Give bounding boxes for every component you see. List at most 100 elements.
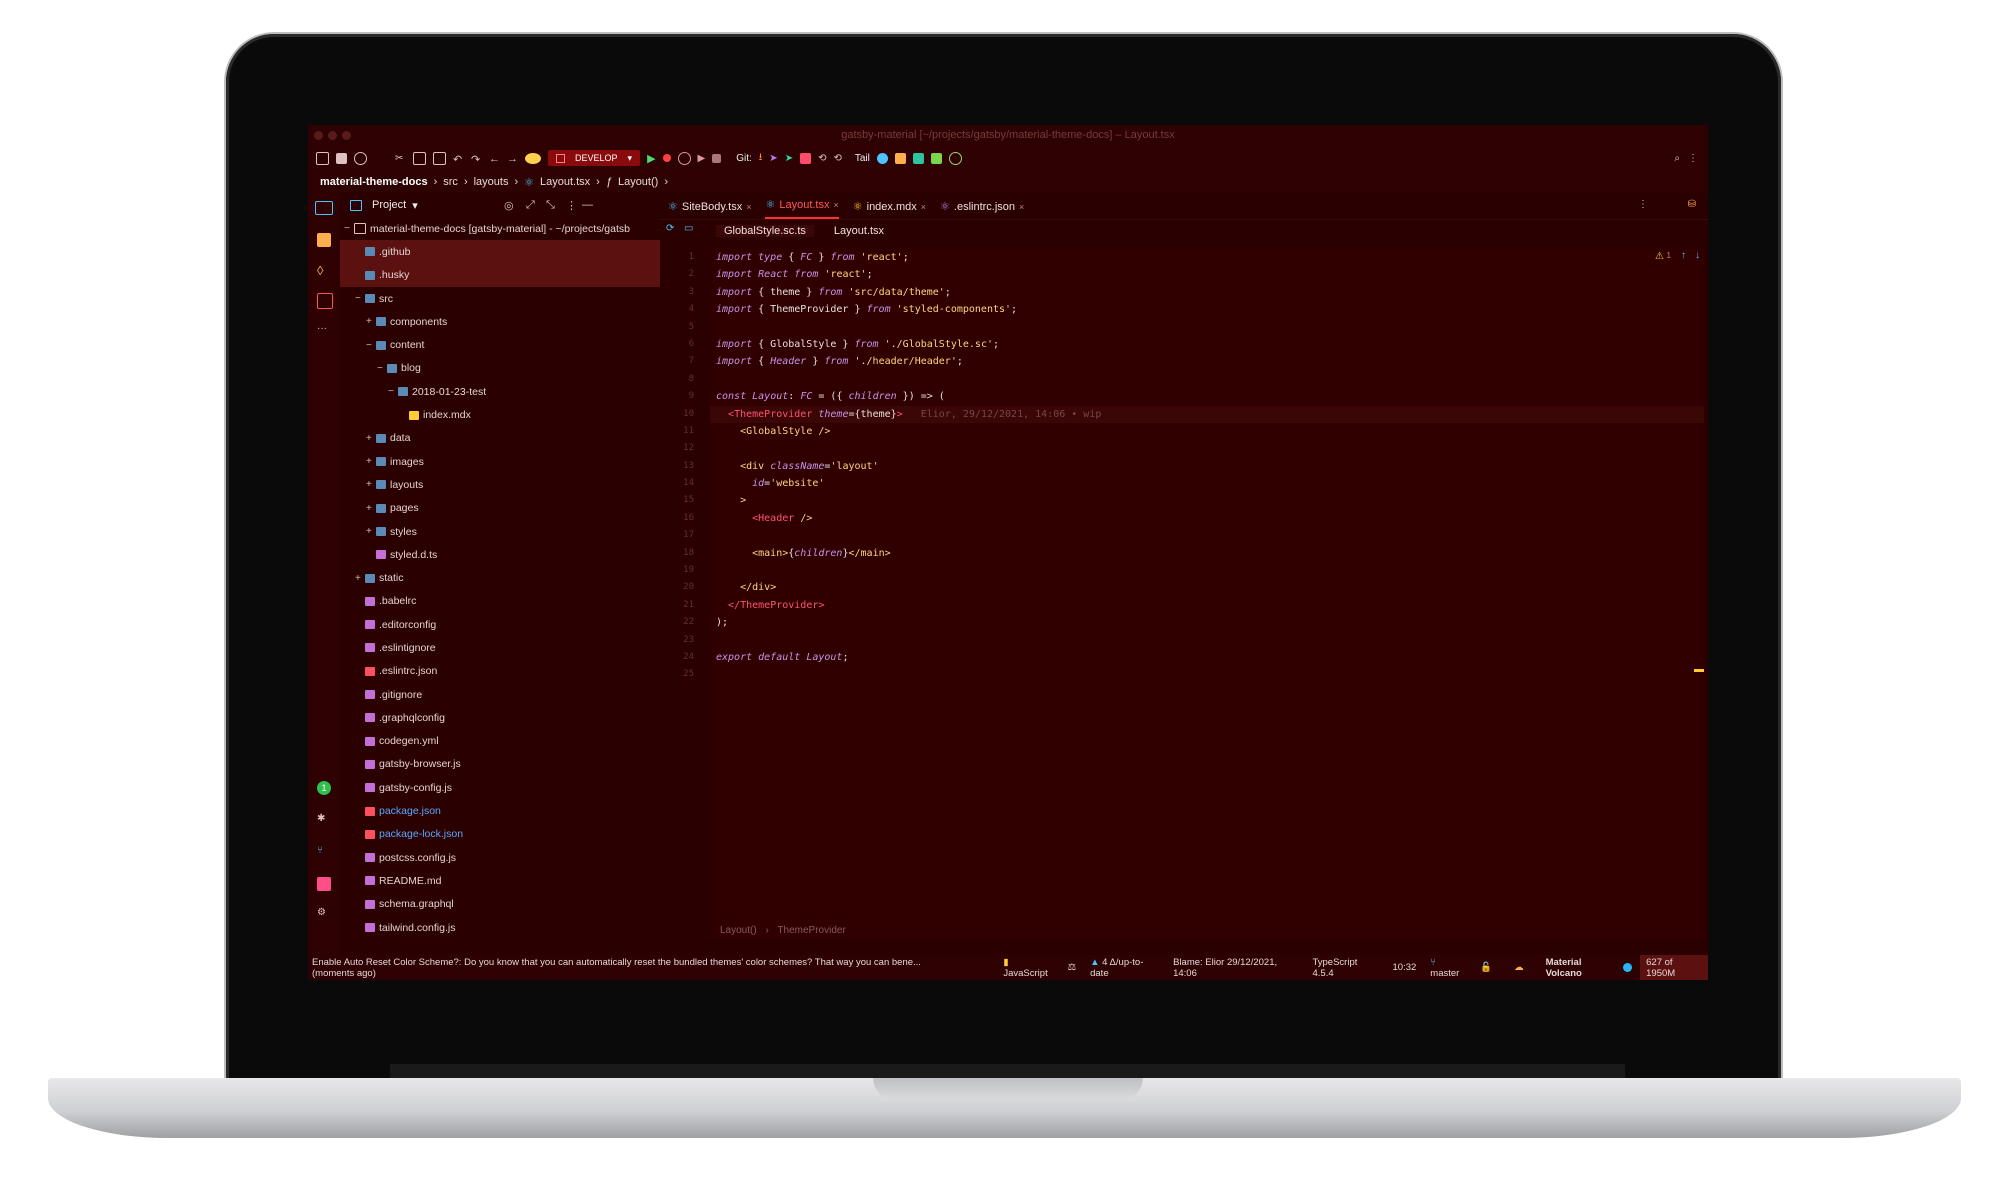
tree-item[interactable]: − content [340,333,660,356]
tree-item[interactable]: .github [340,240,660,264]
expand-icon[interactable]: + [366,503,376,514]
project-tool-icon[interactable] [315,201,333,215]
expand-icon[interactable]: + [366,433,376,444]
close-window-button[interactable] [314,131,323,140]
tree-item[interactable]: + pages [340,497,660,520]
typescript-status[interactable]: TypeScript 4.5.4 [1313,957,1379,979]
line-number[interactable]: 22 [660,614,710,631]
vcs-status[interactable]: ▲ 4 Δ/up-to-date [1090,957,1159,979]
git-update-icon[interactable]: ⭳ [759,150,763,167]
cut-icon[interactable]: ✂ [395,153,406,164]
line-number[interactable]: 18 [660,545,710,562]
close-icon[interactable]: × [833,193,838,217]
tree-item[interactable]: README.md [340,869,660,892]
tree-root[interactable]: − material-theme-docs [gatsby-material] … [340,217,660,240]
tree-item[interactable]: .eslintrc.json [340,660,660,683]
collapse-icon[interactable]: − [344,223,354,234]
line-number[interactable]: 24 [660,649,710,666]
tree-item[interactable]: + data [340,427,660,450]
run-icon[interactable]: ▶ [647,152,655,165]
redo-icon[interactable]: ↷ [471,153,482,166]
collapse-all-icon[interactable]: ⤡ [546,199,555,212]
tree-item[interactable]: codegen.yml [340,730,660,753]
line-number[interactable]: 2 [660,266,710,283]
crumb-themeprovider[interactable]: ThemeProvider [777,925,845,936]
expand-icon[interactable]: + [366,316,376,327]
line-number[interactable]: 14 [660,475,710,492]
collapse-icon[interactable]: − [388,386,398,397]
bug-icon[interactable]: ✱ [317,813,331,827]
scrollbar-marker[interactable] [1694,669,1704,672]
tree-item[interactable]: − 2018-01-23-test [340,380,660,403]
line-number[interactable]: 9 [660,388,710,405]
tree-item[interactable]: package.json [340,799,660,822]
tree-item[interactable]: .babelrc [340,590,660,613]
line-number[interactable]: 21 [660,597,710,614]
tree-item[interactable]: index.mdx [340,403,660,426]
branch-status[interactable]: ⑂ master [1430,957,1466,979]
git-branch-icon[interactable]: ⑂ [317,845,331,859]
line-number[interactable]: 4 [660,301,710,318]
stop-icon[interactable] [712,153,722,163]
line-number[interactable]: 15 [660,492,710,509]
lock-icon[interactable]: 🔓 [1480,962,1492,973]
save-icon[interactable] [336,152,347,164]
line-number[interactable]: 5 [660,319,710,336]
tree-item[interactable]: .eslintignore [340,636,660,659]
tree-item[interactable]: schema.graphql [340,893,660,916]
run-config-select[interactable]: DEVELOP ▾ [548,150,641,166]
close-icon[interactable]: × [746,195,751,219]
folder-icon[interactable]: ▭ [684,223,693,234]
arrow-up-icon[interactable]: ↑ [1681,250,1686,261]
more-tools-icon[interactable]: ··· [317,323,331,337]
debug-icon[interactable] [662,154,671,162]
inspect-icon[interactable] [876,152,888,164]
settings-icon[interactable]: ⚙ [317,907,331,921]
breadcrumb-project[interactable]: material-theme-docs [320,176,428,188]
forward-icon[interactable]: → [507,153,518,165]
search-icon[interactable]: ⌕ [1674,153,1680,164]
collapse-icon[interactable]: − [355,293,365,304]
editor-tab[interactable]: ⚛ Layout.tsx × [765,193,839,219]
copy-icon[interactable] [413,151,426,165]
close-icon[interactable]: × [921,195,926,219]
structure-tool-icon[interactable] [317,233,331,247]
notifications-icon[interactable]: ☁ [1514,962,1524,973]
editor-tab[interactable]: ⚛ SiteBody.tsx × [668,195,751,219]
arrow-down-icon[interactable]: ↓ [1695,250,1700,261]
crumb-layout[interactable]: Layout() [720,925,757,936]
tree-item[interactable]: + static [340,566,660,589]
editor-subtab[interactable]: Layout.tsx [834,225,884,237]
tree-item[interactable]: + styles [340,520,660,543]
minimize-window-button[interactable] [328,131,337,140]
tree-item[interactable]: package-lock.json [340,823,660,846]
breadcrumb-file[interactable]: Layout.tsx [540,176,590,188]
tree-item[interactable]: .editorconfig [340,613,660,636]
chevron-down-icon[interactable]: ▾ [412,199,418,212]
locate-icon[interactable]: ◎ [504,199,514,212]
expand-all-icon[interactable]: ⤢ [526,199,535,212]
tree-item[interactable]: .graphqlconfig [340,706,660,729]
expand-icon[interactable]: + [355,573,365,584]
collapse-icon[interactable]: − [366,340,376,351]
collapse-icon[interactable]: − [377,363,387,374]
rollback-icon[interactable]: ⟲ [833,153,841,164]
tree-item[interactable]: styled.d.ts [340,543,660,566]
back-icon[interactable]: ← [489,153,500,165]
undo-icon[interactable]: ↶ [453,153,464,166]
tree-item[interactable]: postcss.config.js [340,846,660,869]
vcs-toolbox-icon[interactable]: ⚖ [1068,962,1077,973]
users-icon[interactable] [525,152,541,164]
puzzle-icon[interactable] [930,152,942,164]
theme-status[interactable]: Material Volcano [1546,957,1618,979]
line-number[interactable]: 25 [660,666,710,683]
open-folder-icon[interactable] [316,151,329,165]
tree-item[interactable]: tailwind.config.js [340,916,660,939]
breadcrumb-src[interactable]: src [443,176,458,188]
tree-item[interactable]: + images [340,450,660,473]
terminal-icon[interactable] [317,877,331,891]
pull-requests-icon[interactable] [317,293,333,309]
line-number[interactable]: 10 [660,406,710,423]
editor-subtab[interactable]: GlobalStyle.sc.ts [716,225,814,237]
more-icon[interactable]: ⋮ [1688,153,1698,164]
